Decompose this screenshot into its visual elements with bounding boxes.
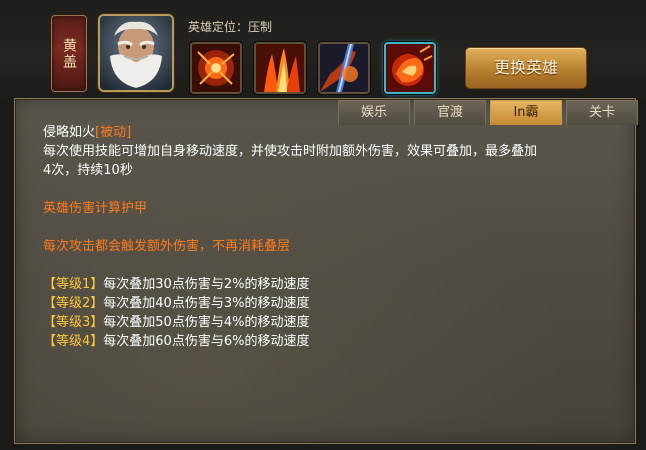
hero-name-plate: 黄盖 xyxy=(51,15,87,92)
fire-burst-icon xyxy=(192,44,240,92)
tab-entertainment[interactable]: 娱乐 xyxy=(338,100,410,125)
skill-slot-2[interactable] xyxy=(254,42,306,94)
skill-title: 侵略如火[被动] xyxy=(43,123,623,142)
skill-slot-1[interactable] xyxy=(190,42,242,94)
level-row-3: 【等级3】每次叠加50点伤害与4%的移动速度 xyxy=(43,313,623,332)
hero-portrait[interactable] xyxy=(98,14,174,92)
level-row-2: 【等级2】每次叠加40点伤害与3%的移动速度 xyxy=(43,294,623,313)
level-text: 每次叠加30点伤害与2%的移动速度 xyxy=(103,277,310,292)
hero-role-label: 英雄定位： xyxy=(188,20,249,34)
change-hero-button[interactable]: 更换英雄 xyxy=(465,47,587,89)
skill-name: 侵略如火 xyxy=(43,125,96,140)
skill-slot-4[interactable] xyxy=(384,42,436,94)
skill-description-line-2: 4次，持续10秒 xyxy=(43,163,133,178)
fire-pillars-icon xyxy=(256,44,304,92)
flaming-strike-icon xyxy=(320,44,368,92)
level-text: 每次叠加40点伤害与3%的移动速度 xyxy=(103,296,310,311)
level-tag: 【等级4】 xyxy=(43,334,104,349)
fire-fist-icon xyxy=(386,44,434,92)
level-text: 每次叠加50点伤害与4%的移动速度 xyxy=(103,315,310,330)
tab-stage[interactable]: 关卡 xyxy=(566,100,638,125)
tab-in-ba[interactable]: In霸 xyxy=(490,100,562,125)
hero-name: 黄盖 xyxy=(61,37,77,70)
level-tag: 【等级1】 xyxy=(43,277,104,292)
level-tag: 【等级3】 xyxy=(43,315,104,330)
skill-note-trigger: 每次攻击都会触发额外伤害，不再消耗叠层 xyxy=(43,239,291,254)
tab-guandu[interactable]: 官渡 xyxy=(414,100,486,125)
skill-slot-3[interactable] xyxy=(318,42,370,94)
hero-role: 英雄定位：压制 xyxy=(188,18,272,35)
skill-type-tag: [被动] xyxy=(95,125,132,140)
skill-note-armor: 英雄伤害计算护甲 xyxy=(43,201,148,216)
skill-description-line-1: 每次使用技能可增加自身移动速度，并使攻击时附加额外伤害，效果可叠加，最多叠加 xyxy=(43,144,538,159)
level-text: 每次叠加60点伤害与6%的移动速度 xyxy=(103,334,310,349)
level-tag: 【等级2】 xyxy=(43,296,104,311)
skill-info: 侵略如火[被动] 每次使用技能可增加自身移动速度，并使攻击时附加额外伤害，效果可… xyxy=(43,123,623,351)
hero-role-value: 压制 xyxy=(248,20,273,34)
old-warrior-portrait-icon xyxy=(100,16,172,90)
level-row-1: 【等级1】每次叠加30点伤害与2%的移动速度 xyxy=(43,275,623,294)
level-row-4: 【等级4】每次叠加60点伤害与6%的移动速度 xyxy=(43,332,623,351)
